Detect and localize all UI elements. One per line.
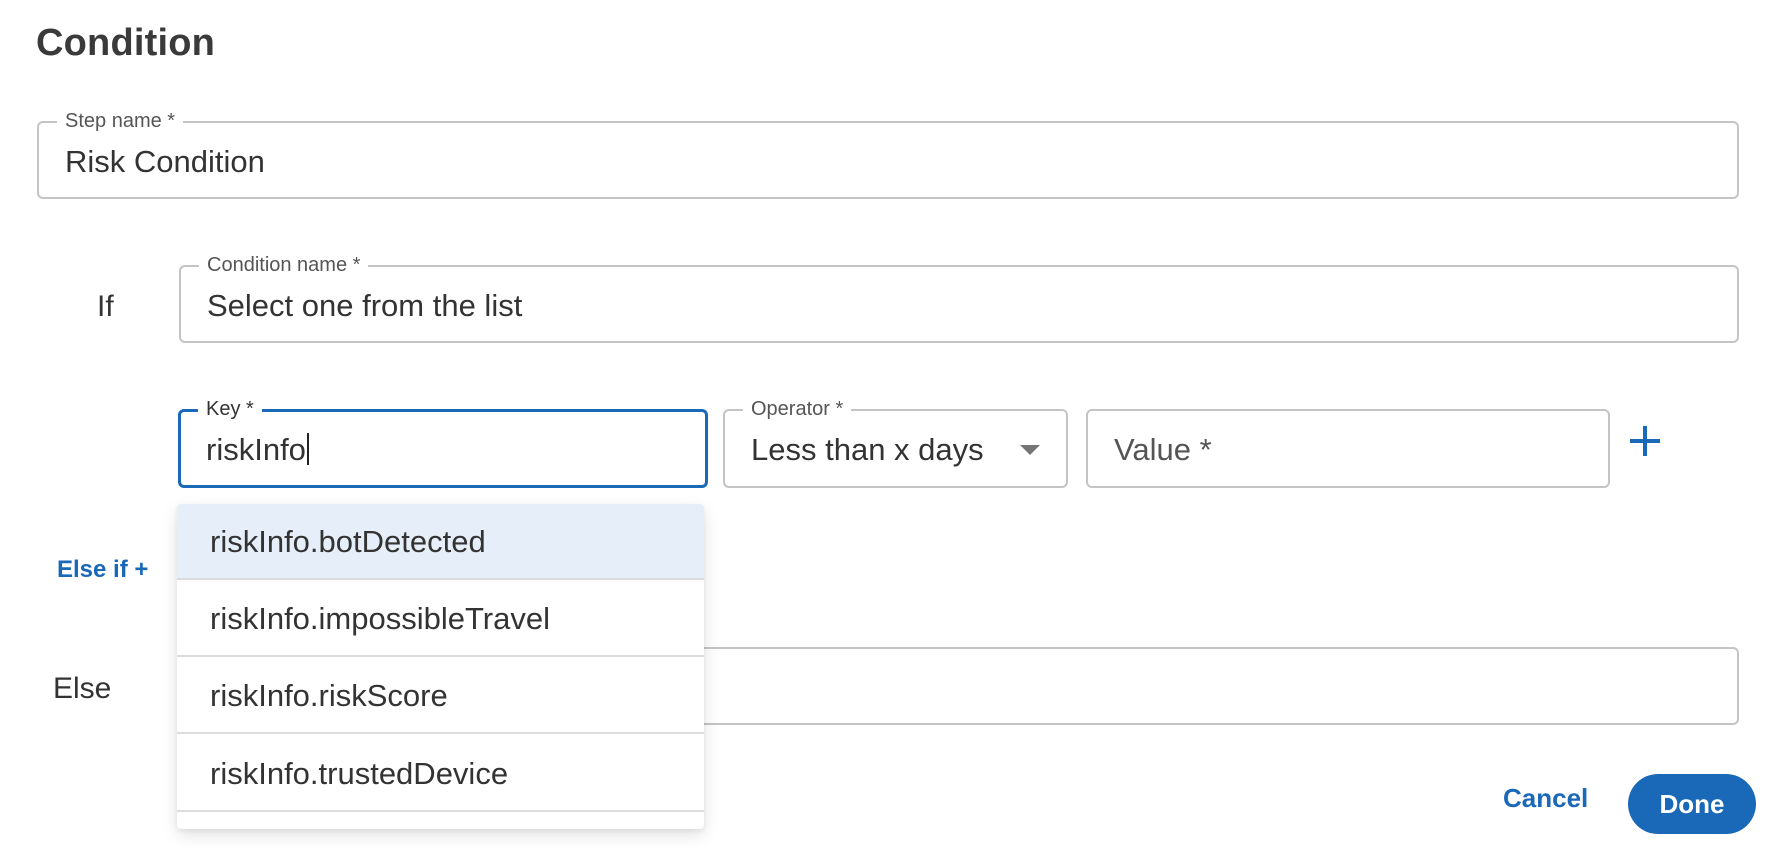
suggestion-option[interactable]: riskInfo.trustedDevice [177, 736, 704, 812]
done-button[interactable]: Done [1628, 774, 1756, 834]
key-label: Key * [198, 397, 262, 421]
dropdown-arrow-icon[interactable] [1020, 445, 1040, 455]
else-if-add-link[interactable]: Else if + [57, 556, 148, 584]
key-input[interactable]: Key * riskInfo [178, 397, 708, 488]
suggestion-option[interactable]: riskInfo.botDetected [177, 504, 704, 580]
suggestion-label: riskInfo.riskScore [210, 678, 448, 713]
operator-value: Less than x days [751, 432, 984, 467]
operator-select[interactable]: Operator * Less than x days [723, 397, 1068, 488]
plus-icon[interactable] [1628, 424, 1662, 458]
suggestion-label: riskInfo.botDetected [210, 524, 486, 559]
condition-name-label: Condition name * [199, 253, 369, 277]
suggestion-option[interactable]: riskInfo.impossibleTravel [177, 581, 704, 657]
value-input[interactable]: Value * [1086, 409, 1610, 488]
text-caret [306, 433, 309, 465]
if-label: If [97, 290, 114, 323]
key-value: riskInfo [206, 432, 306, 467]
condition-name-field[interactable]: Condition name * Select one from the lis… [179, 253, 1739, 343]
operator-label: Operator * [743, 397, 852, 421]
step-name-field[interactable]: Step name * Risk Condition [37, 109, 1739, 199]
step-name-label: Step name * [57, 109, 184, 133]
value-placeholder: Value * [1114, 432, 1212, 467]
condition-name-value: Select one from the list [207, 288, 523, 323]
else-label: Else [53, 672, 112, 705]
page-title: Condition [36, 22, 216, 64]
key-suggestions-list: riskInfo.botDetected riskInfo.impossible… [177, 504, 704, 829]
step-name-value: Risk Condition [65, 144, 265, 179]
suggestion-option[interactable]: riskInfo.riskScore [177, 658, 704, 734]
suggestion-label: riskInfo.impossibleTravel [210, 601, 550, 636]
suggestion-label: riskInfo.trustedDevice [210, 756, 509, 791]
cancel-button[interactable]: Cancel [1503, 783, 1588, 814]
key-value-wrap: riskInfo [206, 433, 309, 467]
